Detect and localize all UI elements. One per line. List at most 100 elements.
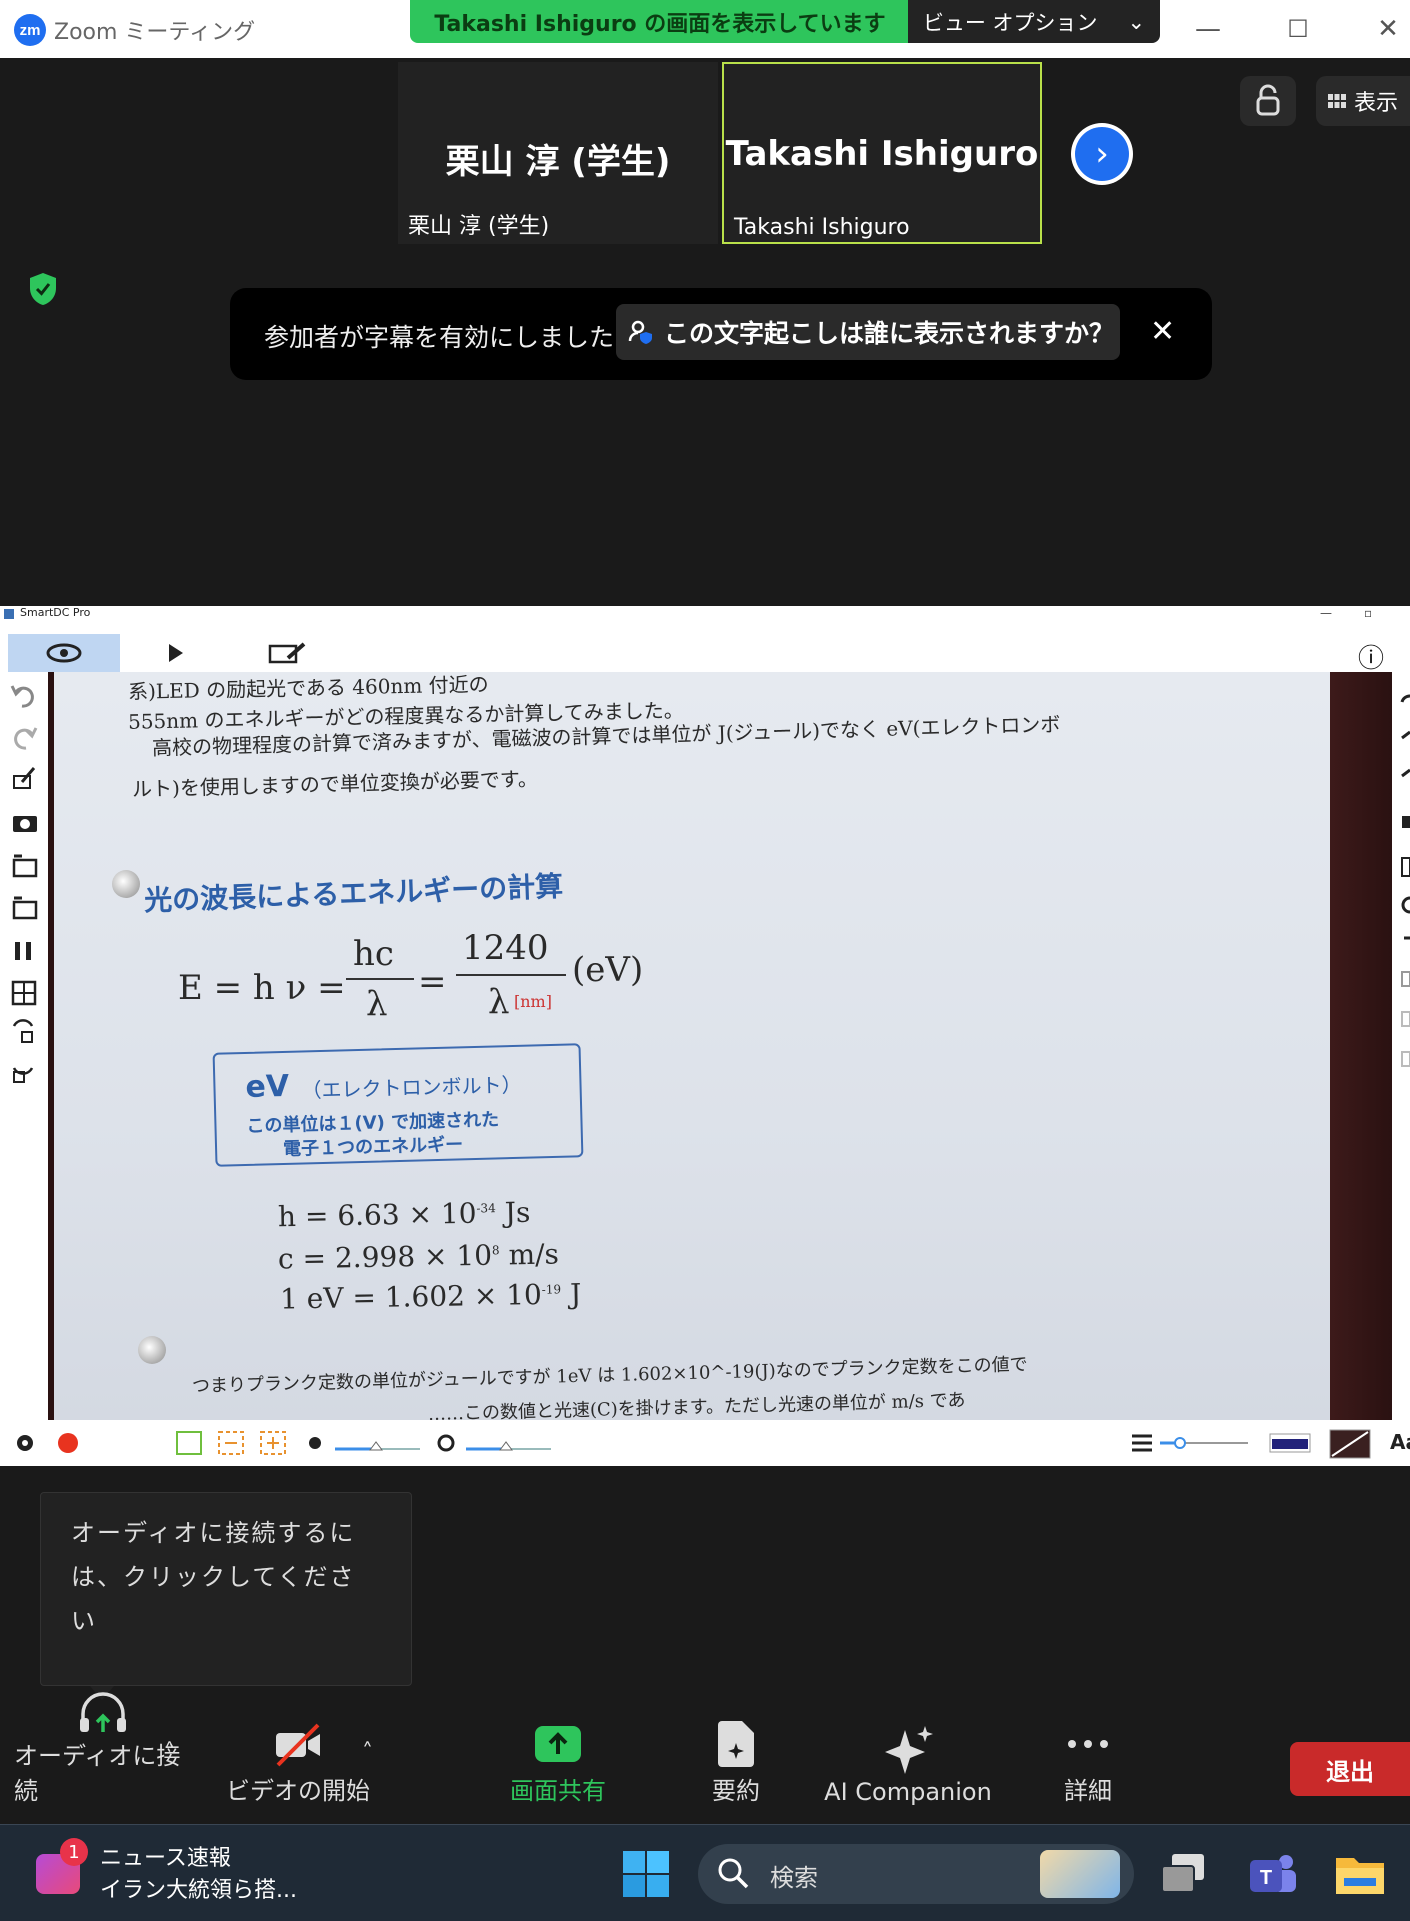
page-edge <box>48 672 54 1420</box>
shared-toolbar <box>0 630 1410 672</box>
equation-equals: = <box>418 962 447 1002</box>
box-line: 電子１つのエネルギー <box>282 1134 464 1161</box>
constant-c-unit: m/s <box>508 1237 560 1272</box>
equation-left: E = h ν = <box>178 968 346 1008</box>
search-icon <box>716 1856 750 1894</box>
rotate-icon[interactable] <box>12 1019 34 1043</box>
zoom-logo-icon: zm <box>14 14 46 46</box>
view-button[interactable]: 表示 <box>1316 76 1410 126</box>
image-import-icon[interactable] <box>12 854 38 878</box>
share-screen-button[interactable]: 画面共有 <box>492 1716 624 1806</box>
caption-visibility-link[interactable]: この文字起こしは誰に表示されますか？ <box>616 304 1120 360</box>
teams-icon[interactable]: T <box>1246 1850 1298 1902</box>
doc-heading: 光の波長によるエネルギーの計算 <box>143 869 564 918</box>
zoom-in-icon[interactable] <box>260 1431 286 1455</box>
constant-c-exp: 8 <box>491 1243 500 1258</box>
search-placeholder: 検索 <box>770 1864 818 1892</box>
pause-icon[interactable] <box>15 942 31 960</box>
next-participants-button[interactable]: › <box>1071 123 1133 185</box>
constant-ev-unit: J <box>569 1277 582 1311</box>
equation-1240: 1240 <box>462 928 549 968</box>
constant-c: c = 2.998 × 108 m/s <box>278 1238 559 1276</box>
undo-icon[interactable] <box>10 685 34 708</box>
person-shield-icon <box>628 320 652 344</box>
start-video-button[interactable]: ビデオの開始 <box>220 1716 376 1806</box>
task-view-icon[interactable] <box>1160 1852 1208 1900</box>
participant-tile[interactable]: 栗山 淳 (学生) 栗山 淳 (学生) <box>398 62 718 244</box>
caption-message: 参加者が字幕を有効にしました <box>264 323 615 352</box>
doc-line: ルト)を使用しますので単位変換が必要です。 <box>131 766 539 802</box>
notification-badge: 1 <box>60 1838 88 1866</box>
ev-definition-box: eV （エレクトロンボルト） この単位は１(V) で加速された 電子１つのエネル… <box>212 1043 584 1167</box>
binder-hole <box>138 1336 166 1364</box>
document-page: 系)LED の励起光である 460nm 付近の 555nm のエネルギーがどの程… <box>48 672 1334 1420</box>
audio-connect-tooltip[interactable]: オーディオに接続するに は、クリックしてください <box>40 1492 412 1686</box>
file-explorer-icon[interactable] <box>1334 1852 1386 1900</box>
news-headline[interactable]: イラン大統領ら搭... <box>100 1872 297 1904</box>
record-icon[interactable] <box>58 1433 78 1453</box>
close-button[interactable]: ✕ <box>1368 10 1408 48</box>
grid-capture-icon[interactable] <box>11 980 37 1006</box>
shared-minimize-icon: — <box>1320 606 1332 620</box>
security-shield-icon[interactable] <box>28 272 58 306</box>
start-video-label: ビデオの開始 <box>226 1777 370 1805</box>
fraction-bar <box>346 978 414 980</box>
af-icon[interactable] <box>176 1431 202 1455</box>
lock-icon <box>1256 84 1280 116</box>
constant-c-value: c = 2.998 × 10 <box>277 1238 493 1276</box>
view-tab[interactable] <box>8 634 120 672</box>
filter-icon[interactable] <box>1329 1429 1371 1459</box>
search-highlight-icon[interactable] <box>1040 1850 1120 1898</box>
binder-hole <box>112 870 140 898</box>
rotate-back-icon[interactable] <box>12 1067 34 1083</box>
shared-window-title: SmartDC Pro <box>20 606 91 619</box>
maximize-button[interactable]: ☐ <box>1278 10 1318 48</box>
chevron-up-icon[interactable]: ˄ <box>362 1740 373 1765</box>
constant-h-unit: Js <box>504 1195 531 1230</box>
tooltip-line: オーディオに接続するに <box>71 1519 356 1547</box>
lines-icon[interactable] <box>1132 1434 1152 1452</box>
info-icon[interactable]: ⓘ <box>1358 638 1384 675</box>
constant-h-value: h = 6.63 × 10 <box>277 1196 477 1234</box>
sparkle-icon <box>881 1722 935 1778</box>
play-icon[interactable] <box>166 642 186 668</box>
participant-name: 栗山 淳 (学生) <box>445 142 671 182</box>
view-options-label: ビュー オプション <box>922 10 1098 35</box>
contrast-slider[interactable] <box>466 1441 551 1451</box>
close-icon[interactable]: ✕ <box>1150 314 1175 349</box>
pen-icon[interactable] <box>13 767 36 789</box>
windows-start-icon[interactable] <box>622 1850 670 1902</box>
summary-doc-icon <box>714 1716 758 1771</box>
camera-icon[interactable] <box>13 816 37 832</box>
headphones-icon <box>77 1690 129 1736</box>
constant-h: h = 6.63 × 10-34 Js <box>278 1196 531 1233</box>
annotate-icon[interactable] <box>268 640 308 670</box>
leave-button[interactable]: 退出 <box>1290 1742 1410 1796</box>
share-banner: Takashi Ishiguro の画面を表示しています <box>410 0 910 43</box>
summary-button[interactable]: 要約 <box>682 1716 790 1806</box>
shared-maximize-icon: ▫ <box>1364 606 1373 620</box>
box-paren: （エレクトロンボルト） <box>301 1072 522 1103</box>
settings-gear-icon[interactable] <box>17 1435 33 1451</box>
news-title[interactable]: ニュース速報 <box>100 1840 231 1872</box>
image-export-icon[interactable] <box>12 896 38 920</box>
equation-hc: hc <box>353 934 394 974</box>
color-mode-icon[interactable] <box>1269 1433 1311 1453</box>
chevron-up-icon[interactable]: ˄ <box>164 1740 175 1765</box>
doc-footer-line: ……この数値と光速(C)を掛けます。ただし光速の単位が m/s であ <box>427 1389 966 1420</box>
view-button-label: 表示 <box>1354 91 1399 116</box>
zoom-out-icon[interactable] <box>218 1431 244 1455</box>
more-dots-icon <box>1066 1716 1110 1771</box>
video-off-icon <box>272 1716 324 1771</box>
minimize-button[interactable]: — <box>1188 10 1228 48</box>
brightness-slider[interactable] <box>335 1441 420 1451</box>
zoom-slider[interactable] <box>1160 1437 1248 1449</box>
view-options-button[interactable]: ビュー オプション ⌄ <box>908 0 1160 43</box>
more-button[interactable]: 詳細 <box>1040 1716 1136 1806</box>
recording-status-button[interactable] <box>1240 76 1296 126</box>
ai-companion-button[interactable]: AI Companion <box>818 1716 998 1806</box>
share-screen-label: 画面共有 <box>510 1777 606 1805</box>
text-size-button[interactable]: Aa <box>1390 1430 1410 1454</box>
participant-tile-active-speaker[interactable]: Takashi Ishiguro Takashi Ishiguro <box>722 62 1042 244</box>
redo-icon[interactable] <box>14 727 38 750</box>
